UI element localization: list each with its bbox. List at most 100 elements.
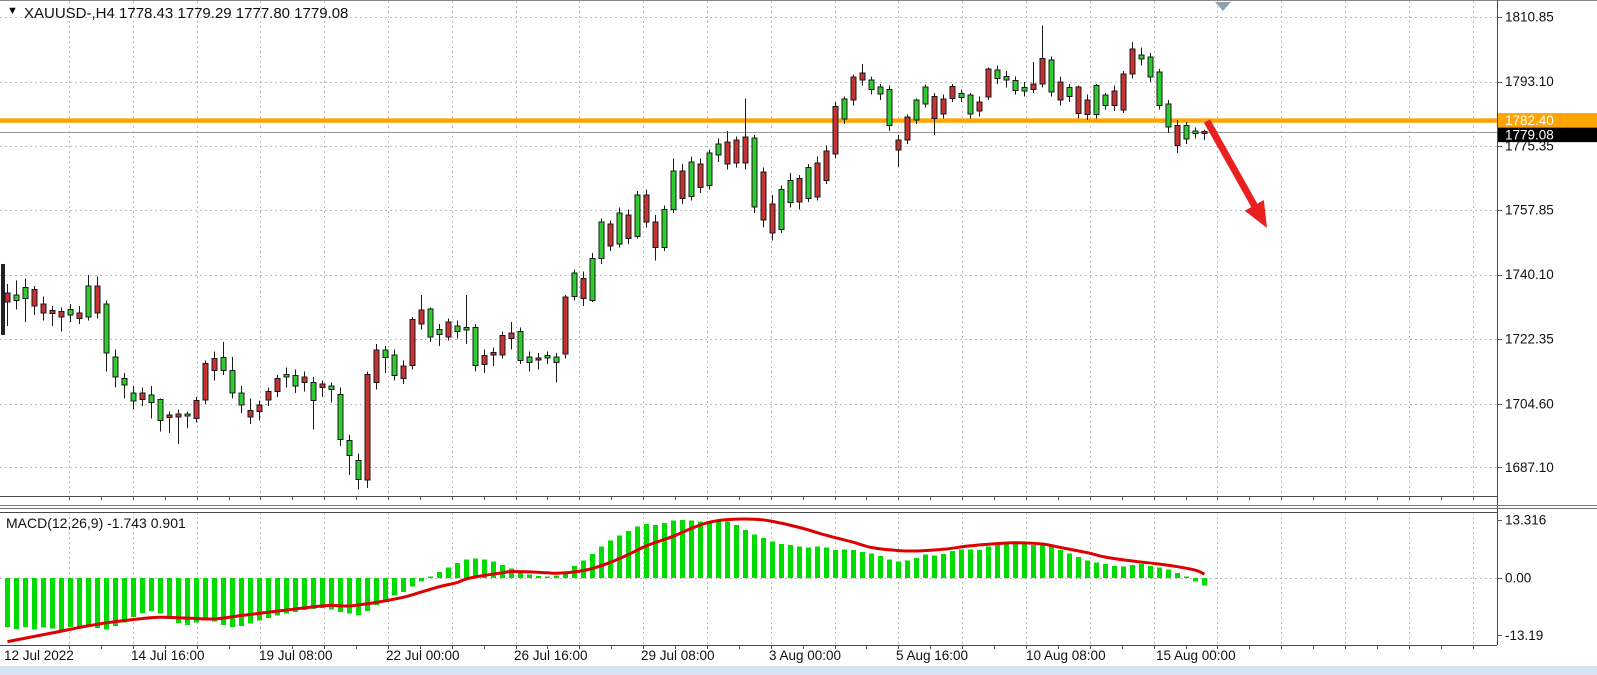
macd-bar: [77, 578, 82, 629]
time-axis-label: 14 Jul 16:00: [131, 648, 205, 663]
macd-bar: [230, 578, 235, 627]
macd-bar: [428, 576, 433, 578]
candle: [824, 146, 829, 184]
macd-bar: [752, 534, 757, 578]
macd-bar: [446, 568, 451, 578]
candle: [563, 295, 568, 359]
time-axis-label: 19 Jul 08:00: [259, 648, 333, 663]
candle: [698, 158, 703, 193]
macd-bar: [905, 561, 910, 578]
time-axis-label: 3 Aug 00:00: [769, 648, 841, 663]
macd-bar: [527, 575, 532, 578]
candle: [815, 157, 820, 201]
candle: [779, 186, 784, 233]
macd-bar: [5, 578, 10, 627]
candle: [1121, 71, 1126, 113]
candle: [590, 253, 595, 302]
macd-bar: [293, 578, 298, 612]
macd-bar: [599, 547, 604, 578]
candle: [473, 324, 478, 371]
price-axis-label: 1687.10: [1505, 460, 1554, 475]
macd-axis-label: -13.19: [1505, 628, 1543, 643]
macd-bar: [743, 530, 748, 578]
candle: [338, 388, 343, 446]
macd-bar: [716, 521, 721, 578]
candle: [599, 218, 604, 264]
macd-bar: [545, 576, 550, 578]
macd-bar: [1022, 544, 1027, 578]
macd-bar: [437, 572, 442, 578]
candle: [374, 344, 379, 390]
macd-bar: [356, 578, 361, 615]
macd-bar: [1049, 546, 1054, 578]
chart-window: 1810.851793.101775.351757.851740.101722.…: [0, 0, 1597, 675]
macd-bar: [797, 547, 802, 578]
macd-bar: [239, 578, 244, 626]
macd-bar: [1130, 565, 1135, 578]
macd-bar: [761, 538, 766, 578]
macd-bar: [194, 578, 199, 622]
clipped-edge-candle: [1, 264, 5, 335]
macd-bar: [878, 556, 883, 578]
candle: [905, 115, 910, 144]
candle: [752, 135, 757, 213]
macd-bar: [1058, 550, 1063, 578]
macd-bar: [851, 550, 856, 578]
macd-bar: [86, 578, 91, 627]
macd-bar: [932, 555, 937, 578]
macd-bar: [113, 578, 118, 626]
candle: [1049, 56, 1054, 96]
macd-bar: [1193, 578, 1198, 581]
macd-bar: [464, 560, 469, 578]
time-axis-label: 22 Jul 00:00: [386, 648, 460, 663]
macd-bar: [914, 558, 919, 578]
horizontal-support-line[interactable]: [0, 118, 1497, 122]
macd-bar: [959, 549, 964, 578]
macd-bar: [1202, 578, 1207, 586]
candle: [1094, 84, 1099, 119]
macd-bar: [869, 554, 874, 578]
macd-bar: [824, 548, 829, 578]
chart-canvas[interactable]: 1810.851793.101775.351757.851740.101722.…: [0, 0, 1597, 675]
macd-bar: [473, 558, 478, 578]
symbol-ohlc-title: XAUUSD-,H4 1778.43 1779.29 1777.80 1779.…: [24, 5, 348, 22]
candle: [203, 360, 208, 404]
macd-bar: [1076, 557, 1081, 578]
svg-text:1779.08: 1779.08: [1505, 128, 1554, 143]
macd-bar: [32, 578, 37, 629]
candle: [1157, 69, 1162, 109]
candle: [923, 85, 928, 108]
macd-bar: [734, 525, 739, 578]
macd-bar: [896, 561, 901, 578]
macd-bar: [140, 578, 145, 613]
macd-bar: [608, 541, 613, 578]
macd-bar: [167, 578, 172, 619]
price-axis-label: 1740.10: [1505, 267, 1554, 282]
macd-bar: [158, 578, 163, 614]
macd-bar: [1040, 543, 1045, 578]
macd-bar: [176, 578, 181, 623]
macd-bar: [383, 578, 388, 600]
time-axis-label: 5 Aug 16:00: [896, 648, 968, 663]
macd-bar: [968, 549, 973, 578]
candle: [572, 269, 577, 300]
macd-bar: [50, 578, 55, 629]
candle: [986, 67, 991, 100]
macd-bar: [554, 575, 559, 578]
candle: [518, 328, 523, 364]
time-axis-label: 10 Aug 08:00: [1026, 648, 1106, 663]
candle: [662, 206, 667, 252]
macd-bar: [977, 550, 982, 578]
macd-bar: [698, 521, 703, 578]
macd-bar: [680, 520, 685, 578]
macd-bar: [1094, 562, 1099, 578]
candle: [500, 331, 505, 358]
macd-bar: [779, 544, 784, 578]
macd-bar: [95, 578, 100, 628]
macd-bar: [122, 578, 127, 622]
chevron-down-icon[interactable]: ▼: [7, 5, 18, 17]
macd-bar: [59, 578, 64, 630]
macd-bar: [887, 560, 892, 578]
macd-bar: [1013, 543, 1018, 578]
candle: [914, 98, 919, 123]
